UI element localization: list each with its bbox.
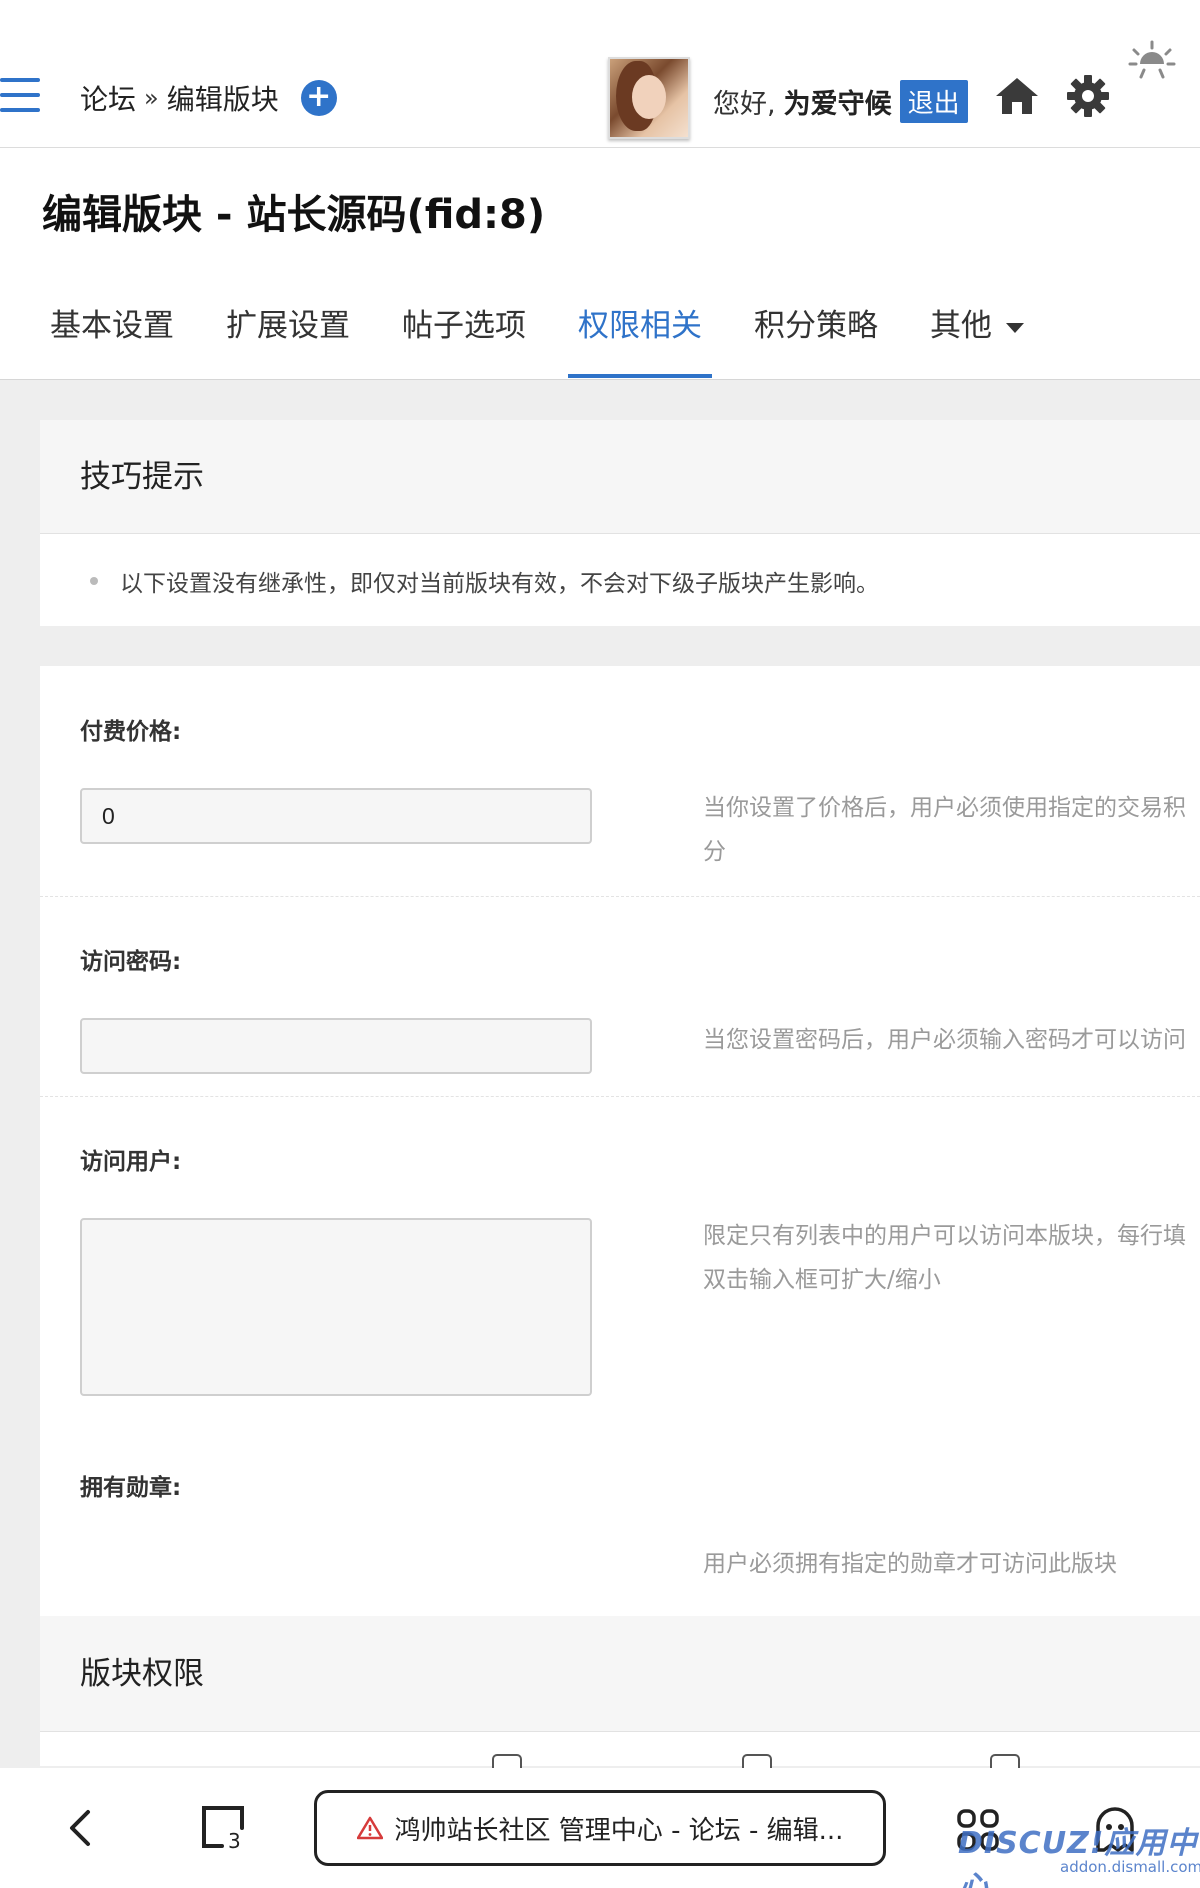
breadcrumb: 论坛 » 编辑版块 + [80,78,337,118]
warning-icon [356,1816,383,1840]
tab-label: 基本设置 [50,308,174,344]
users-textarea[interactable] [80,1218,592,1396]
password-hint: 当您设置密码后，用户必须输入密码才可以访问 [703,1027,1186,1053]
users-label: 访问用户: [80,1149,182,1175]
breadcrumb-separator: » [144,84,159,112]
top-navbar: 论坛 » 编辑版块 + 您好, 为爱守候 退出 [0,0,1200,148]
watermark-brand: DISCUZ!应用中心 [958,1826,1198,1888]
tab-credit-policy[interactable]: 积分策略 [754,296,878,378]
tab-post-options[interactable]: 帖子选项 [402,296,526,378]
url-bar[interactable]: 鸿帅站长社区 管理中心 - 论坛 - 编辑... [314,1790,886,1866]
watermark-domain: addon.dismall.com [1060,1858,1200,1876]
permissions-form: 付费价格: 当你设置了价格后，用户必须使用指定的交易积 分 访问密码: 当您设置… [40,666,1200,1784]
bullet-icon [90,577,98,585]
tab-label: 积分策略 [754,308,878,344]
tab-label: 扩展设置 [226,308,350,344]
price-label: 付费价格: [80,719,182,745]
page-header: 编辑版块 - 站长源码(fid:8) 基本设置 扩展设置 帖子选项 权限相关 积… [0,148,1200,380]
greeting-text: 您好, [713,89,776,120]
tab-label: 其他 [930,308,992,344]
section-title: 版块权限 [40,1616,1200,1732]
add-icon[interactable]: + [300,80,337,116]
tips-item: 以下设置没有继承性，即仅对当前版块有效，不会对下级子版块产生影响。 [40,534,1200,598]
page-title: 编辑版块 - 站长源码(fid:8) [42,192,546,238]
gear-icon[interactable] [1066,74,1110,118]
price-hint: 当你设置了价格后，用户必须使用指定的交易积 分 [703,786,1200,874]
price-input[interactable] [80,788,592,844]
breadcrumb-current: 编辑版块 [166,83,279,116]
avatar[interactable] [608,57,690,139]
users-hint: 限定只有列表中的用户可以访问本版块，每行填 双击输入框可扩大/缩小 [703,1214,1200,1302]
user-greeting: 您好, 为爱守候 退出 [713,80,968,123]
divider [40,896,1200,897]
price-hint-line: 当你设置了价格后，用户必须使用指定的交易积 [703,795,1186,821]
price-hint-line: 分 [703,839,726,865]
users-hint-line: 双击输入框可扩大/缩小 [703,1267,941,1293]
moon-icon[interactable] [1168,72,1200,120]
tips-text: 以下设置没有继承性，即仅对当前版块有效，不会对下级子版块产生影响。 [120,571,879,597]
users-hint-line: 限定只有列表中的用户可以访问本版块，每行填 [703,1223,1186,1249]
back-arrow-icon[interactable] [68,1808,92,1848]
menu-icon[interactable] [0,78,40,114]
medals-hint: 用户必须拥有指定的勋章才可访问此版块 [703,1551,1117,1577]
medals-label: 拥有勋章: [80,1475,182,1501]
logout-button[interactable]: 退出 [899,80,968,123]
username-link[interactable]: 为爱守候 [784,82,892,121]
tab-basic-settings[interactable]: 基本设置 [50,296,174,378]
tab-count: 3 [228,1829,241,1850]
home-icon[interactable] [994,76,1040,116]
tips-title: 技巧提示 [40,420,1200,534]
watermark-logo: DISCUZ!应用中心 addon.dismall.com [940,1818,1200,1888]
chevron-down-icon [1006,322,1024,333]
tab-label: 权限相关 [578,308,702,344]
breadcrumb-root-link[interactable]: 论坛 [80,78,136,118]
tab-label: 帖子选项 [402,308,526,344]
tab-other-dropdown[interactable]: 其他 [930,296,1024,378]
tabs-icon[interactable]: 3 [200,1804,246,1850]
tips-panel: 技巧提示 以下设置没有继承性，即仅对当前版块有效，不会对下级子版块产生影响。 [40,420,1200,626]
password-input[interactable] [80,1018,592,1074]
tab-bar: 基本设置 扩展设置 帖子选项 权限相关 积分策略 其他 [50,296,1076,378]
page-title-text: 鸿帅站长社区 管理中心 - 论坛 - 编辑... [394,1815,844,1846]
password-label: 访问密码: [80,949,182,975]
divider [40,1096,1200,1097]
tab-extended-settings[interactable]: 扩展设置 [226,296,350,378]
tab-permissions[interactable]: 权限相关 [568,296,712,378]
